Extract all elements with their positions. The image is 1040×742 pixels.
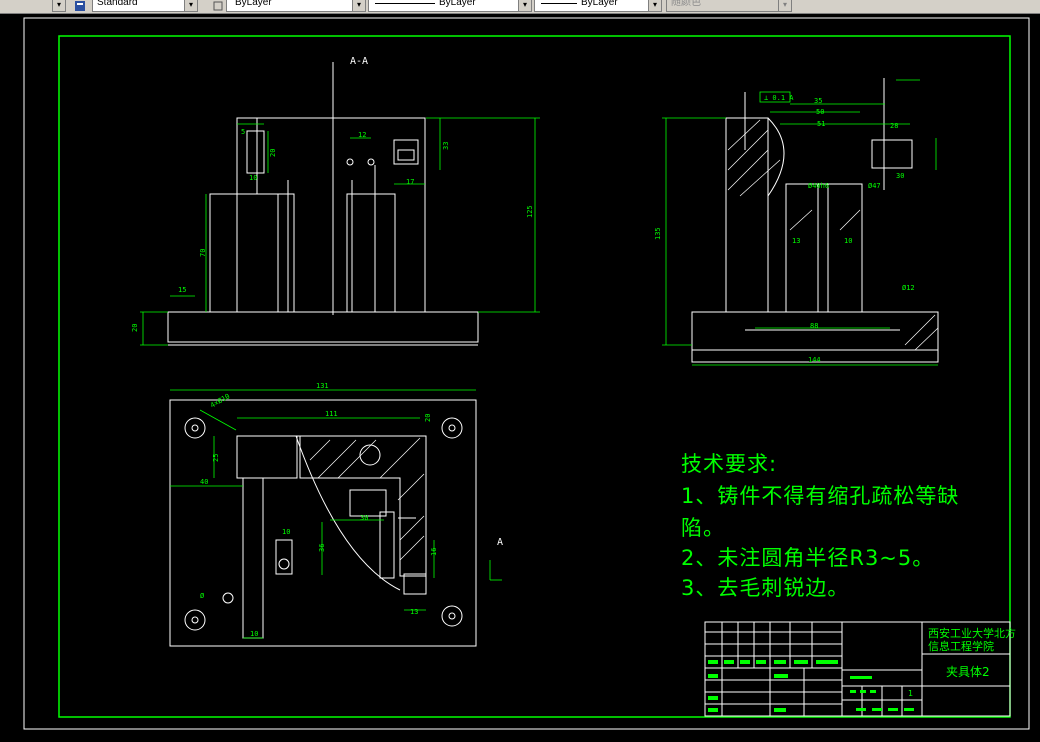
tech-req-line3: 3、去毛刺锐边。 — [681, 576, 850, 600]
text-style-icon[interactable] — [74, 0, 88, 12]
chevron-down-icon: ▾ — [184, 0, 197, 11]
section-label: A-A — [350, 56, 368, 67]
chevron-down-icon: ▾ — [518, 0, 531, 11]
svg-text:40: 40 — [200, 478, 208, 486]
chevron-down-icon: ▾ — [778, 0, 791, 11]
svg-text:70: 70 — [199, 249, 207, 257]
top-view-dim-text: 131 111 4×Ø10 20 25 40 10 36 30 16 13 10… — [200, 382, 438, 638]
part-name: 夹具体2 — [946, 665, 990, 679]
svg-text:131: 131 — [316, 382, 329, 390]
tech-req-line1a: 1、铸件不得有缩孔疏松等缺 — [681, 484, 960, 508]
linetype-value: ByLayer — [439, 0, 476, 8]
front-view-dims — [140, 117, 540, 346]
tech-req-line1b: 陷。 — [681, 516, 725, 540]
dropdown-arrow-button[interactable]: ▾ — [52, 0, 66, 12]
svg-text:20: 20 — [269, 149, 277, 157]
svg-text:30: 30 — [896, 172, 904, 180]
sheet-border-inner — [58, 35, 1011, 718]
text-style-combo[interactable]: Standard ▾ — [92, 0, 198, 12]
svg-text:25: 25 — [212, 454, 220, 462]
linetype-sample — [375, 3, 435, 4]
svg-text:10: 10 — [249, 174, 257, 182]
svg-text:12: 12 — [358, 131, 366, 139]
svg-text:135: 135 — [654, 227, 662, 240]
front-view — [167, 62, 479, 346]
plot-style-value: 随颜色 — [671, 0, 701, 8]
svg-text:15: 15 — [178, 286, 186, 294]
view-arrow-label: A — [497, 537, 503, 548]
svg-text:20: 20 — [424, 414, 432, 422]
svg-text:Ø47: Ø47 — [868, 182, 881, 190]
color-value: ByLayer — [235, 0, 272, 8]
svg-text:28: 28 — [890, 122, 898, 130]
tech-req-heading: 技术要求: — [681, 452, 778, 476]
lineweight-value: ByLayer — [581, 0, 618, 8]
svg-text:16: 16 — [430, 548, 438, 556]
svg-text:10: 10 — [844, 237, 852, 245]
svg-text:5: 5 — [241, 128, 245, 136]
svg-text:⊥ 0.1 A: ⊥ 0.1 A — [764, 94, 794, 102]
top-view-hatch — [309, 437, 425, 561]
svg-text:Ø40h6: Ø40h6 — [808, 182, 829, 190]
top-view-dims — [170, 389, 502, 639]
svg-text:10: 10 — [250, 630, 258, 638]
drawing-canvas[interactable]: 20 70 5 20 10 12 33 125 17 15 A-A ⊥ 0.1 … — [0, 14, 1040, 742]
school-name-line2: 信息工程学院 — [928, 640, 994, 653]
svg-text:33: 33 — [442, 142, 450, 150]
svg-text:17: 17 — [406, 178, 414, 186]
lineweight-sample — [541, 3, 577, 4]
svg-text:Ø: Ø — [200, 592, 205, 600]
linetype-combo[interactable]: ByLayer ▾ — [368, 0, 532, 12]
cad-drawing: 20 70 5 20 10 12 33 125 17 15 A-A ⊥ 0.1 … — [23, 17, 1030, 730]
svg-text:13: 13 — [410, 608, 418, 616]
side-view — [691, 78, 939, 363]
svg-text:30: 30 — [360, 514, 368, 522]
svg-text:125: 125 — [526, 205, 534, 218]
svg-text:88: 88 — [810, 322, 818, 330]
svg-text:13: 13 — [792, 237, 800, 245]
chevron-down-icon: ▾ — [648, 0, 661, 11]
svg-text:10: 10 — [282, 528, 290, 536]
svg-text:36: 36 — [318, 544, 326, 552]
plot-style-combo[interactable]: 随颜色 ▾ — [666, 0, 792, 12]
lineweight-combo[interactable]: ByLayer ▾ — [534, 0, 662, 12]
text-style-value: Standard — [97, 0, 138, 8]
svg-text:50: 50 — [816, 108, 824, 116]
svg-text:Ø12: Ø12 — [902, 284, 915, 292]
side-view-dim-text: ⊥ 0.1 A 35 50 51 135 144 88 Ø12 Ø40h6 Ø4… — [654, 94, 915, 364]
chevron-down-icon: ▾ — [352, 0, 365, 11]
side-view-hatch — [727, 119, 939, 351]
sheet-number: 1 — [908, 689, 913, 698]
color-combo[interactable]: ByLayer ▾ — [226, 0, 366, 12]
svg-text:4×Ø10: 4×Ø10 — [209, 392, 231, 409]
tech-req-line2: 2、未注圆角半径R3~5。 — [681, 546, 935, 570]
top-view — [169, 399, 477, 647]
svg-text:51: 51 — [817, 120, 825, 128]
layer-icon[interactable] — [212, 0, 226, 12]
properties-toolbar: ▾ Standard ▾ ByLayer ▾ ByLayer ▾ ByLayer… — [0, 0, 1040, 14]
svg-text:35: 35 — [814, 97, 822, 105]
svg-text:20: 20 — [131, 324, 139, 332]
svg-text:111: 111 — [325, 410, 338, 418]
svg-text:144: 144 — [808, 356, 821, 364]
